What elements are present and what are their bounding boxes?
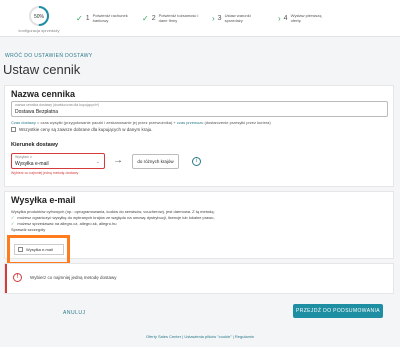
email-shipping-title: Wysyłka e-mail <box>11 195 76 205</box>
chevron-right-icon: › <box>278 13 281 23</box>
delivery-time-text: = czas wysyłki (przygotowanie paczki i z… <box>35 120 177 125</box>
check-icon: ✓ <box>76 13 83 23</box>
step-label: Ustaw warunki sprzedaży <box>224 13 251 23</box>
email-shipping-bullet: ✓ możesz sprzedawać na allegro.cz, allegr… <box>11 221 117 226</box>
chevron-down-icon: ⌄ <box>95 159 100 165</box>
error-icon: ! <box>13 273 22 282</box>
progress-label: konfiguracja sprzedaży <box>18 28 60 33</box>
error-alert: ! Wybierz co najmniej jedną metodę dosta… <box>4 263 394 294</box>
step-number: 3 <box>217 14 222 22</box>
step-number: 4 <box>283 14 288 22</box>
email-shipping-desc: Wysyłka produktów cyfrowych (np.: oprogr… <box>11 209 215 214</box>
pricelist-title: Nazwa cennika <box>11 89 76 99</box>
email-shipping-bullet: ✓ możesz ograniczyć wysyłkę do wybranych … <box>11 215 215 220</box>
prices-checkbox[interactable] <box>11 127 16 132</box>
details-link[interactable]: Sprawdź szczegóły <box>11 227 45 232</box>
step-number: 1 <box>85 14 90 22</box>
arrow-right-icon: → <box>113 155 123 166</box>
footer-links[interactable]: Oferty Sales Center | Ustawienia plików … <box>0 334 400 339</box>
step-1: ✓ 1 Potwierdź rachunek bankowy <box>76 11 135 25</box>
delivery-time-link[interactable]: Czas dostawy <box>11 120 36 125</box>
info-icon[interactable]: i <box>192 157 201 166</box>
pricelist-name-value: Dostawa Bezpłatna <box>15 109 59 115</box>
check-icon: ✓ <box>11 215 15 220</box>
ship-from-error: Wybierz co najmniej jedną metodę dostawy <box>11 171 79 175</box>
ship-from-value: Wysyłka e-mail <box>15 161 49 167</box>
ship-from-label: Wysyłam z <box>15 155 32 159</box>
email-shipping-checkbox-label: Wysyłka e-mail <box>26 247 53 252</box>
transit-time-text: (dostarczenie przesyłki przez kuriera) <box>203 120 271 125</box>
go-to-summary-button[interactable]: PRZEJDŹ DO PODSUMOWANIA <box>293 304 383 318</box>
progress-ring: 50% <box>29 6 49 26</box>
page-title: Ustaw cennik <box>3 62 81 77</box>
step-4: › 4 Wystaw pierwszą ofertę <box>278 11 333 25</box>
prices-checkbox-label: Wszystkie ceny są zawsze dobrane dla kup… <box>19 127 153 132</box>
ship-from-select[interactable]: Wysyłam z Wysyłka e-mail ⌄ <box>11 153 105 169</box>
pricelist-name-label: nazwa cennika dostawy (dowidoczna dla ku… <box>15 103 100 107</box>
email-shipping-checkbox-row[interactable]: Wysyłka e-mail <box>14 244 64 255</box>
bullet-text: możesz ograniczyć wysyłkę do wybranych k… <box>17 215 215 220</box>
bullet-text: możesz sprzedawać na allegro.cz, allegro… <box>17 221 117 226</box>
back-to-delivery-settings-link[interactable]: WRÓĆ DO USTAWIEŃ DOSTAWY <box>5 53 93 59</box>
step-label: Wystaw pierwszą ofertę <box>290 13 322 23</box>
error-accent-bar <box>5 264 7 293</box>
error-text: Wybierz co najmniej jedną metodę dostawy <box>30 275 117 280</box>
prices-checkbox-row[interactable]: Wszystkie ceny są zawsze dobrane dla kup… <box>11 127 153 132</box>
pricelist-name-field[interactable]: nazwa cennika dostawy (dowidoczna dla ku… <box>11 101 388 117</box>
step-number: 2 <box>151 14 156 22</box>
direction-title: Kierunek dostawy <box>11 142 59 148</box>
step-label: Potwierdź rachunek bankowy <box>92 13 128 23</box>
chevron-right-icon: › <box>212 13 215 23</box>
pricelist-card: Nazwa cennika nazwa cennika dostawy (dow… <box>4 85 394 187</box>
email-shipping-card: Wysyłka e-mail Wysyłka produktów cyfrowy… <box>4 191 394 265</box>
check-icon: ✓ <box>142 13 149 23</box>
destination-select[interactable]: do różnych krajów <box>132 154 179 169</box>
cancel-button[interactable]: ANULUJ <box>63 310 85 316</box>
stepper-bar: 50% konfiguracja sprzedaży ✓ 1 Potwierdź… <box>0 0 400 37</box>
step-2: ✓ 2 Potwierdź tożsamość i dane firmy <box>142 11 201 25</box>
check-icon: ✓ <box>11 221 15 226</box>
delivery-time-info: Czas dostawy = czas wysyłki (przygotowan… <box>11 120 271 125</box>
email-shipping-checkbox[interactable] <box>18 247 23 252</box>
email-checkbox-highlight: Wysyłka e-mail <box>7 235 70 265</box>
transit-time-link[interactable]: czas przewozu <box>177 120 203 125</box>
step-3: › 3 Ustaw warunki sprzedaży <box>212 11 267 25</box>
progress-percent: 50% <box>34 14 45 20</box>
step-label: Potwierdź tożsamość i dane firmy <box>158 13 199 23</box>
